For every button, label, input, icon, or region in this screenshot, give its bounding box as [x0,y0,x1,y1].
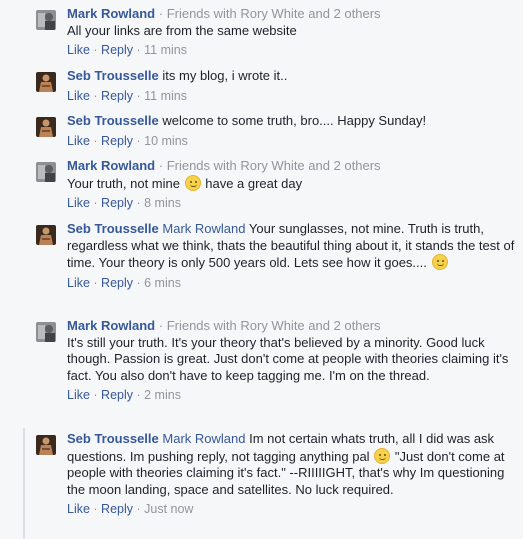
avatar[interactable] [36,72,56,92]
reply-button[interactable]: Reply [101,388,133,402]
avatar[interactable] [36,162,56,182]
comment-timestamp[interactable]: 2 mins [144,388,181,402]
tagged-user-link[interactable]: Mark Rowland [162,221,245,236]
comment-timestamp[interactable]: Just now [144,502,193,516]
avatar[interactable] [36,117,56,137]
like-button[interactable]: Like [67,134,90,148]
reply-button[interactable]: Reply [101,276,133,290]
comment-timestamp[interactable]: 11 mins [144,89,187,103]
comment-text: All your links are from the same website [67,22,297,38]
reply-button[interactable]: Reply [101,43,133,57]
smile-emoji-icon [374,447,391,464]
comment-timestamp[interactable]: 10 mins [144,134,188,148]
comment-timestamp[interactable]: 8 mins [144,196,181,210]
reply-button[interactable]: Reply [101,89,133,103]
comment-author[interactable]: Seb Trousselle [67,113,159,128]
comment-text: welcome to some truth, bro.... Happy Sun… [162,113,427,128]
mutual-friends-info: Friends with Rory White and 2 others [166,318,381,333]
avatar[interactable] [36,10,56,30]
mutual-friends-info: Friends with Rory White and 2 others [166,158,381,173]
avatar[interactable] [36,322,56,342]
like-button[interactable]: Like [67,196,90,210]
avatar[interactable] [36,225,56,245]
comment-author[interactable]: Seb Trousselle [67,68,159,83]
like-button[interactable]: Like [67,43,90,57]
comment-text: Seb Trousselle Mark Rowland Your sunglas… [67,221,515,271]
smile-emoji-icon [431,254,448,271]
comment-text: Seb Trousselle Mark Rowland Im not certa… [67,431,505,497]
comment-text: Your truth, not mine have a great day [67,174,303,191]
comment-author[interactable]: Seb Trousselle [67,221,159,236]
comment-author[interactable]: Mark Rowland [67,158,155,173]
comment-timestamp[interactable]: 11 mins [144,43,187,57]
comment-author[interactable]: Mark Rowland [67,6,155,21]
like-button[interactable]: Like [67,276,90,290]
comment-text: It's still your truth. It's your theory … [67,334,509,383]
reply-button[interactable]: Reply [101,196,133,210]
reply-thread-line [23,428,25,539]
comment-author[interactable]: Seb Trousselle [67,431,159,446]
tagged-user-link[interactable]: Mark Rowland [162,431,245,446]
mutual-friends-info: Friends with Rory White and 2 others [166,6,381,21]
comment-text: its my blog, i wrote it.. [162,68,288,83]
avatar[interactable] [36,435,56,455]
reply-button[interactable]: Reply [101,134,133,148]
comment-author[interactable]: Mark Rowland [67,318,155,333]
comment-timestamp[interactable]: 6 mins [144,276,181,290]
like-button[interactable]: Like [67,388,90,402]
like-button[interactable]: Like [67,89,90,103]
like-button[interactable]: Like [67,502,90,516]
reply-button[interactable]: Reply [101,502,133,516]
smile-emoji-icon [184,174,201,191]
